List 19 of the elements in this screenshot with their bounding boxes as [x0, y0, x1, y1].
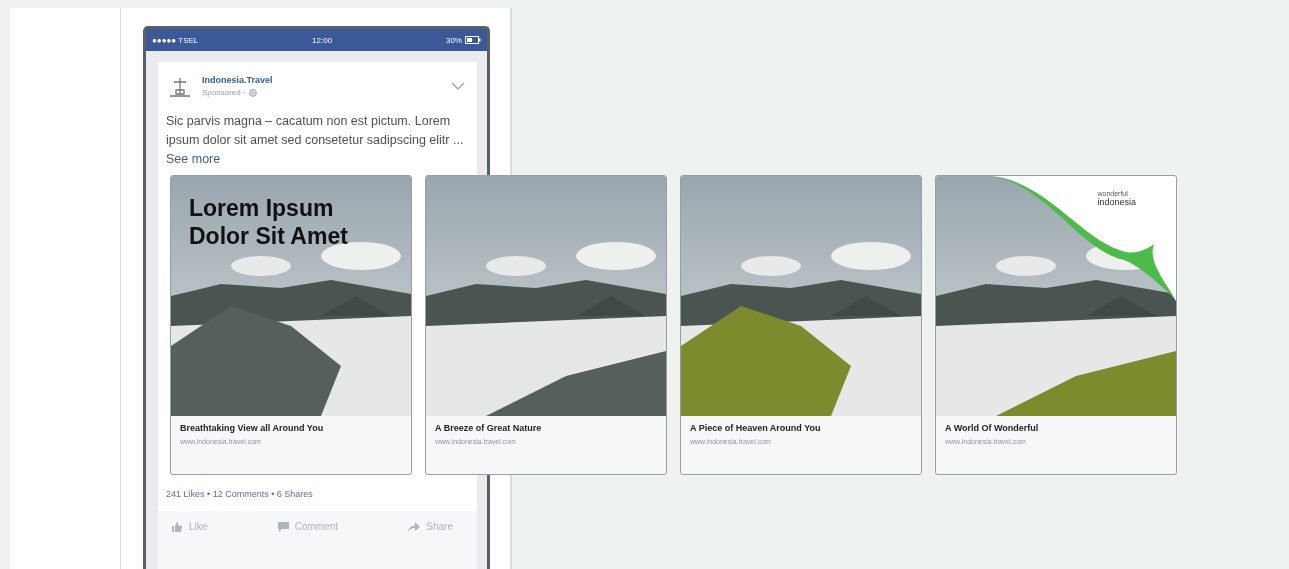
- page-name-link[interactable]: Indonesia.Travel: [202, 75, 443, 85]
- card-title: A Piece of Heaven Around You: [690, 423, 822, 433]
- sponsored-text: Sponsored ·: [202, 88, 246, 97]
- battery-text: 30%: [445, 35, 462, 45]
- share-arrow-icon: [408, 521, 421, 532]
- card-title: A Breeze of Great Nature: [435, 423, 543, 433]
- globe-icon: [248, 88, 257, 97]
- post-text: Sic parvis magna – cacatum non est pictum. Lorem ipsum dolor sit amet sed consetetur sadipscing elitr ... See more: [166, 113, 465, 168]
- see-more-link[interactable]: See more: [166, 152, 221, 166]
- carrier-text: ●●●●● TSEL: [152, 35, 199, 45]
- ad-headline: Lorem Ipsum Dolor Sit Amet: [189, 194, 349, 250]
- chevron-down-icon[interactable]: [451, 81, 465, 91]
- speech-bubble-icon: [277, 521, 289, 532]
- engagement-stats-link[interactable]: 241 Likes • 12 Comments • 6 Shares: [158, 475, 477, 511]
- clock-text: 12:00: [312, 35, 333, 45]
- thumbs-up-icon: [172, 521, 183, 532]
- card-title: Breathtaking View all Around You: [180, 423, 325, 433]
- battery-icon: [465, 36, 481, 44]
- card-title: A World Of Wonderful: [945, 423, 1040, 433]
